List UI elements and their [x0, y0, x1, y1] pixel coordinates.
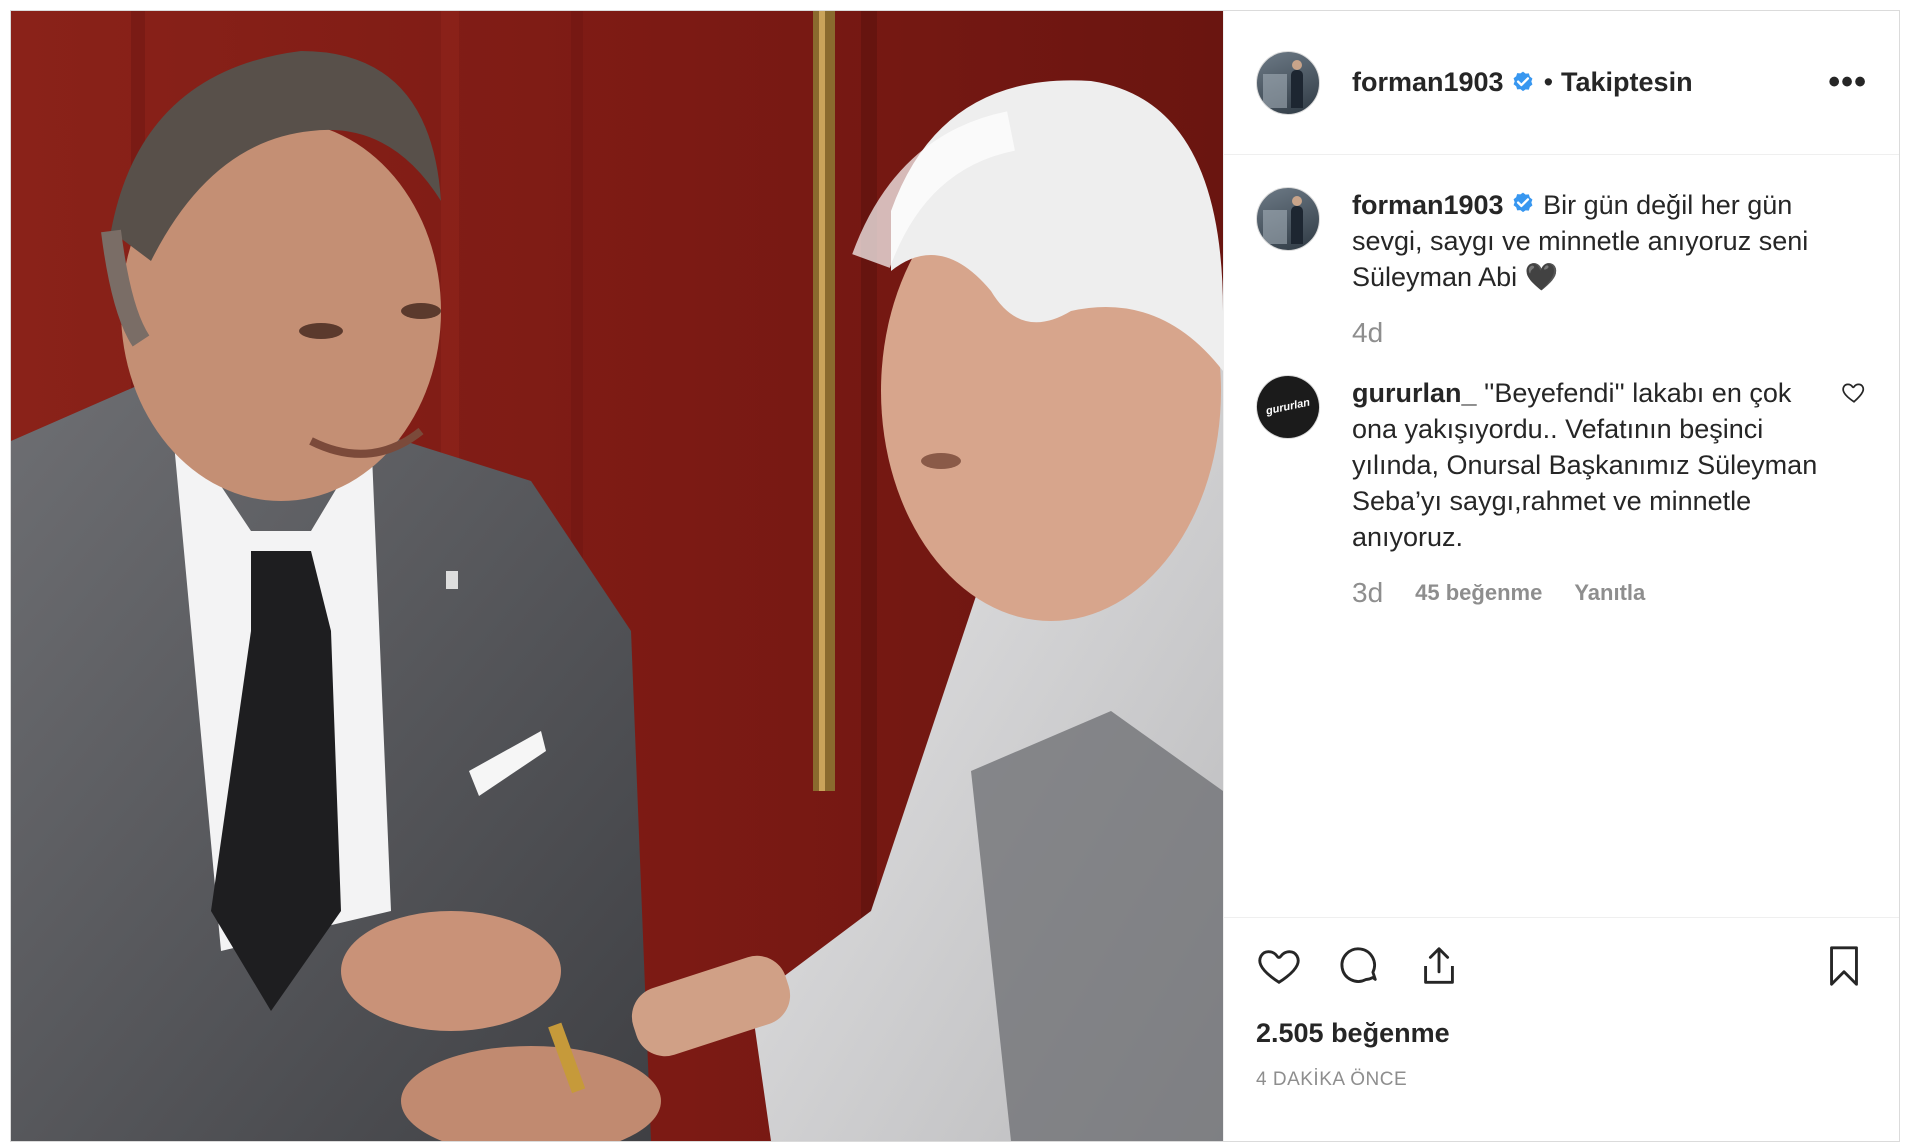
post-timestamp: 4 DAKİKA ÖNCE	[1256, 1069, 1408, 1090]
caption-meta: 4d	[1352, 315, 1867, 351]
comment-bubble-icon[interactable]	[1336, 943, 1382, 989]
reply-button[interactable]: Yanıtla	[1574, 575, 1645, 611]
commenter-avatar-text: gururlan	[1264, 396, 1312, 418]
heart-icon[interactable]	[1256, 943, 1302, 989]
action-bar	[1256, 918, 1867, 1014]
verified-badge-icon	[1513, 192, 1533, 213]
caption: forman1903 Bir gün değil her gün sevgi, …	[1256, 187, 1867, 351]
post-footer: 2.505 beğenme 4 DAKİKA ÖNCE	[1224, 917, 1899, 1141]
instagram-post: forman1903 • Takiptesin ••• forman1903 B…	[10, 10, 1900, 1142]
share-icon[interactable]	[1416, 943, 1462, 989]
comment-meta: 3d 45 beğenme Yanıtla	[1352, 575, 1825, 611]
comment-age[interactable]: 3d	[1352, 575, 1383, 611]
author-info: forman1903 • Takiptesin	[1352, 67, 1828, 98]
more-options-button[interactable]: •••	[1828, 63, 1867, 102]
comment-likes[interactable]: 45 beğenme	[1415, 575, 1542, 611]
commenter-avatar[interactable]: gururlan	[1250, 369, 1326, 445]
author-avatar[interactable]	[1256, 50, 1320, 115]
likes-count[interactable]: 2.505 beğenme	[1256, 1018, 1867, 1049]
author-username[interactable]: forman1903	[1352, 67, 1504, 98]
verified-badge-icon	[1513, 71, 1533, 91]
caption-age[interactable]: 4d	[1352, 315, 1383, 351]
caption-author-avatar[interactable]	[1256, 187, 1320, 251]
bookmark-icon[interactable]	[1821, 943, 1867, 989]
caption-username[interactable]: forman1903	[1352, 190, 1504, 220]
separator-dot: •	[1543, 67, 1554, 97]
post-photo[interactable]	[11, 11, 1223, 1141]
comment-heart-icon[interactable]	[1841, 379, 1867, 405]
post-header: forman1903 • Takiptesin •••	[1224, 11, 1899, 155]
post-sidebar: forman1903 • Takiptesin ••• forman1903 B…	[1223, 11, 1899, 1141]
comments-section: forman1903 Bir gün değil her gün sevgi, …	[1224, 155, 1899, 917]
follow-status[interactable]: Takiptesin	[1561, 67, 1693, 98]
comment-item: gururlan gururlan_ ''Beyefendi'' lakabı …	[1250, 369, 1867, 611]
comment-username[interactable]: gururlan_	[1352, 378, 1477, 408]
post-photo-image	[11, 11, 1223, 1141]
